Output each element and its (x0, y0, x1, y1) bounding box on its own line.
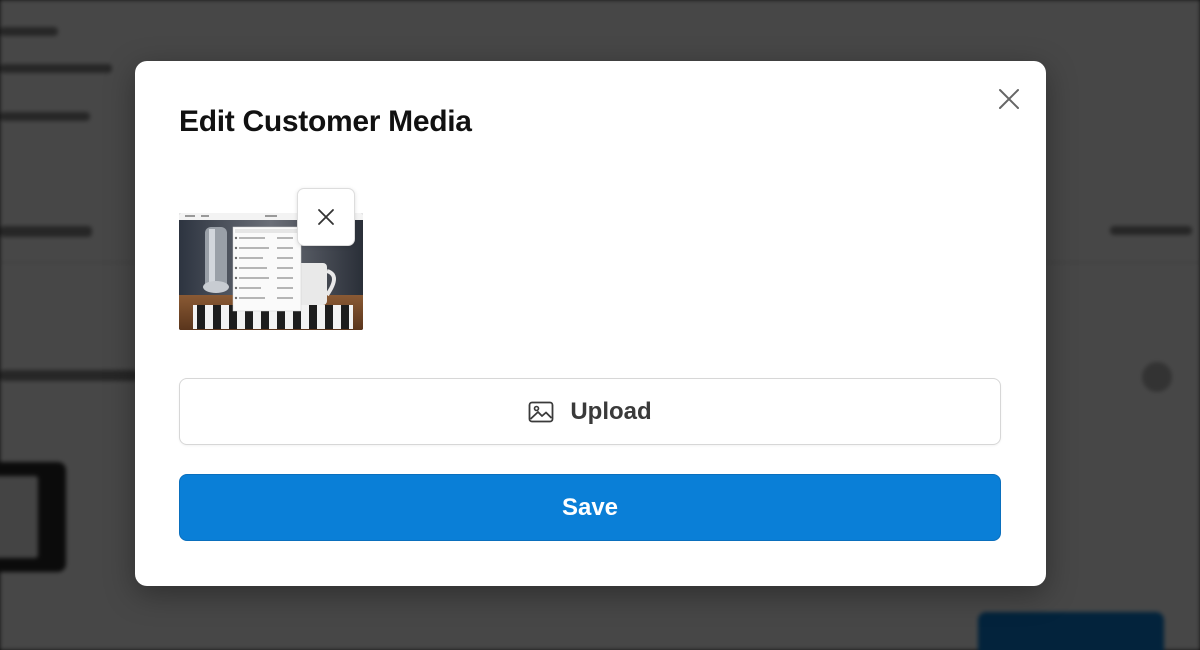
close-icon (318, 209, 334, 225)
upload-label: Upload (570, 397, 652, 425)
modal-title: Edit Customer Media (179, 105, 472, 138)
remove-media-button[interactable] (297, 188, 355, 246)
save-button[interactable]: Save (179, 474, 1001, 541)
close-icon (999, 89, 1019, 109)
image-icon (528, 401, 554, 422)
edit-customer-media-dialog: Edit Customer Media Upload Save (135, 61, 1046, 586)
close-dialog-button[interactable] (993, 83, 1025, 115)
upload-button[interactable]: Upload (179, 378, 1001, 445)
save-label: Save (561, 493, 619, 521)
